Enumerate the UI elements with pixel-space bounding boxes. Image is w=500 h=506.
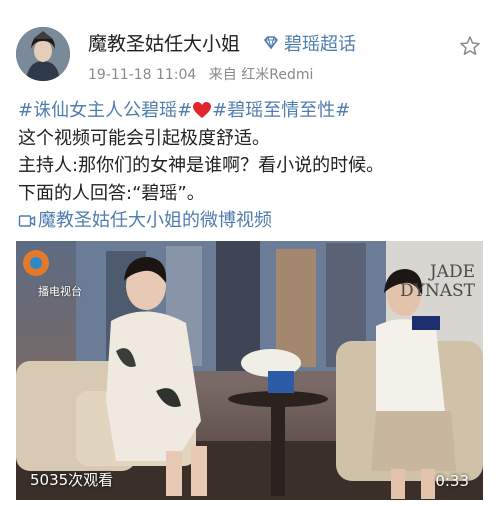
video-icon [18, 215, 36, 227]
star-icon[interactable] [459, 35, 481, 57]
topics-line: #诛仙女主人公碧瑶# #碧瑶至情至性# [18, 97, 488, 125]
diamond-icon [264, 36, 278, 50]
post-text-line: 主持人:那你们的女神是谁啊？看小说的时候。 [18, 155, 385, 176]
topic-link[interactable]: #碧瑶至情至性# [212, 100, 350, 121]
username[interactable]: 魔教圣姑任大小姐 [88, 29, 240, 56]
video-link[interactable]: 魔教圣姑任大小姐的微博视频 [18, 207, 488, 235]
post-content: #诛仙女主人公碧瑶# #碧瑶至情至性# 这个视频可能会引起极度舒适。 主持人:那你… [18, 97, 488, 235]
post-meta: 19-11-18 11:04 来自 红米Redmi [88, 64, 313, 84]
video-duration: 0:33 [435, 472, 469, 490]
poster-title-line: DYNAST [400, 281, 475, 301]
post-text-line: 这个视频可能会引起极度舒适。 [18, 127, 270, 149]
video-link-label: 魔教圣姑任大小姐的微博视频 [38, 210, 272, 231]
source: 来自 红米Redmi [208, 67, 314, 83]
view-count: 5035次观看 [30, 471, 114, 489]
avatar[interactable] [16, 27, 70, 81]
super-topic-link[interactable]: 碧瑶超话 [262, 30, 356, 56]
video-player[interactable]: 播电视台 JADE DYNAST 5035次观看 0:33 [16, 241, 483, 500]
topic-link[interactable]: #诛仙女主人公碧瑶# [18, 100, 192, 121]
timestamp: 19-11-18 11:04 [88, 67, 197, 83]
poster-title-line: JADE [429, 262, 475, 282]
heart-icon [193, 102, 212, 118]
poster-title: JADE DYNAST [400, 263, 475, 301]
post-text-line: 下面的人回答:“碧瑶”。 [18, 182, 205, 204]
station-logo-text: 播电视台 [38, 285, 82, 298]
super-topic-label: 碧瑶超话 [284, 34, 356, 55]
weibo-post: 魔教圣姑任大小姐 碧瑶超话 19-11-18 11:04 来自 红米Redmi … [0, 0, 500, 506]
